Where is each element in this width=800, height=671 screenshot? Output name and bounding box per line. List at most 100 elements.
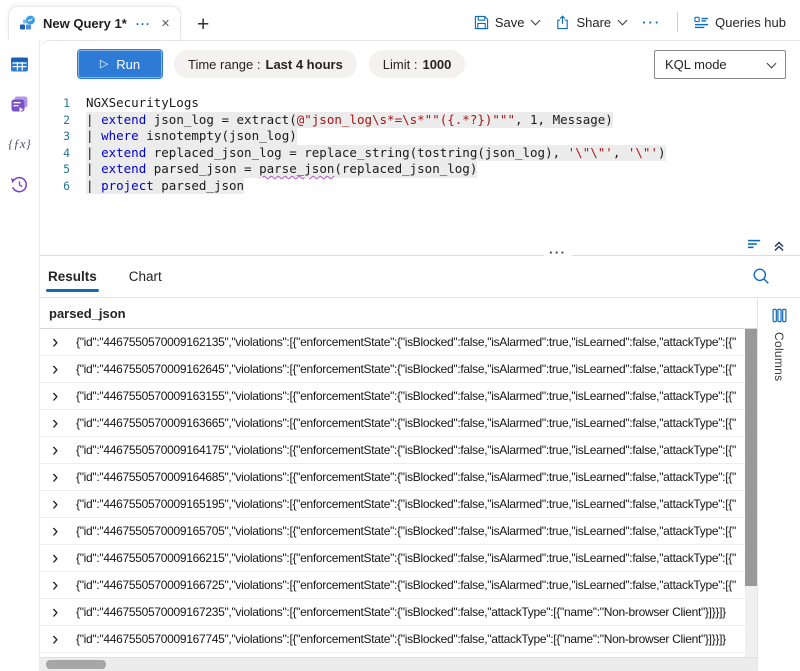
queries-hub-icon [694, 15, 709, 30]
expand-row-icon[interactable]: › [52, 549, 76, 568]
table-row[interactable]: ›{"id":"4467550570009165195","violations… [40, 491, 745, 518]
save-button[interactable]: Save [474, 15, 540, 30]
horizontal-scrollbar-thumb[interactable] [46, 660, 106, 669]
expand-row-icon[interactable]: › [52, 387, 76, 406]
query-panel: ▷ Run Time range : Last 4 hours Limit : … [40, 40, 800, 671]
row-json-value: {"id":"4467550570009162645","violations"… [76, 362, 736, 376]
expand-row-icon[interactable]: › [52, 360, 76, 379]
limit-label: Limit : [383, 57, 418, 72]
collapse-editor-icon[interactable] [772, 238, 786, 252]
code-line: 3| where isnotempty(json_log) [40, 128, 800, 145]
limit-value: 1000 [422, 57, 451, 72]
tab-chart[interactable]: Chart [129, 256, 162, 297]
table-row[interactable]: ›{"id":"4467550570009162645","violations… [40, 356, 745, 383]
chevron-down-icon [767, 58, 777, 68]
top-actions: Save Share ··· [474, 12, 800, 32]
table-row[interactable]: ›{"id":"4467550570009164175","violations… [40, 437, 745, 464]
more-actions-button[interactable]: ··· [642, 15, 661, 30]
splitter-handle[interactable]: ··· [544, 246, 572, 259]
expand-row-icon[interactable]: › [52, 630, 76, 649]
divider [677, 12, 678, 32]
kql-mode-dropdown[interactable]: KQL mode [654, 50, 786, 79]
row-json-value: {"id":"4467550570009164175","violations"… [76, 443, 736, 457]
table-row[interactable]: ›{"id":"4467550570009166725","violations… [40, 572, 745, 599]
tab-menu-button[interactable]: ··· [136, 17, 151, 31]
columns-panel-label: Columns [772, 332, 786, 381]
line-number: 1 [40, 95, 70, 112]
time-range-picker[interactable]: Time range : Last 4 hours [174, 50, 357, 78]
code-text: | extend replaced_json_log = replace_str… [86, 145, 666, 162]
query-history-icon[interactable] [10, 174, 30, 194]
new-tab-button[interactable]: + [197, 14, 209, 35]
functions-icon[interactable]: {ƒx} [10, 134, 30, 154]
code-text: | extend json_log = extract(@"json_log\s… [86, 112, 613, 129]
query-toolbar: ▷ Run Time range : Last 4 hours Limit : … [40, 41, 800, 87]
play-icon: ▷ [100, 59, 108, 70]
save-icon [474, 15, 489, 30]
table-row[interactable]: ›{"id":"4467550570009164685","violations… [40, 464, 745, 491]
expand-row-icon[interactable]: › [52, 333, 76, 352]
row-json-value: {"id":"4467550570009165705","violations"… [76, 524, 736, 538]
line-number: 6 [40, 178, 70, 195]
row-json-value: {"id":"4467550570009164685","violations"… [76, 470, 736, 484]
table-row[interactable]: ›{"id":"4467550570009166215","violations… [40, 545, 745, 572]
expand-row-icon[interactable]: › [52, 468, 76, 487]
queries-hub-button[interactable]: Queries hub [694, 15, 786, 30]
query-tab[interactable]: New Query 1* ··· ✕ [8, 6, 181, 40]
tab-close-icon[interactable]: ✕ [161, 17, 170, 30]
expand-row-icon[interactable]: › [52, 576, 76, 595]
vertical-scrollbar-thumb[interactable] [745, 329, 757, 586]
code-line: 5| extend parsed_json = parse_json(repla… [40, 161, 800, 178]
editor-footer [40, 239, 800, 255]
adx-app-icon [19, 15, 36, 32]
queries-hub-label: Queries hub [715, 15, 786, 30]
vertical-scrollbar[interactable] [745, 329, 757, 658]
row-json-value: {"id":"4467550570009167235","violations"… [76, 605, 736, 619]
table-row[interactable]: ›{"id":"4467550570009167745","violations… [40, 626, 745, 653]
tab-results[interactable]: Results [48, 256, 97, 297]
code-line: 4 | extend replaced_json_log = replace_st… [40, 145, 800, 162]
run-button[interactable]: ▷ Run [78, 50, 162, 78]
share-button[interactable]: Share [555, 15, 626, 30]
column-header-parsed-json[interactable]: parsed_json [40, 298, 757, 329]
line-number: 3 [40, 128, 70, 145]
results-rows: ›{"id":"4467550570009162135","violations… [40, 329, 745, 658]
table-row[interactable]: ›{"id":"4467550570009163155","violations… [40, 383, 745, 410]
row-json-value: {"id":"4467550570009163665","violations"… [76, 416, 736, 430]
limit-picker[interactable]: Limit : 1000 [369, 50, 466, 78]
code-line: 2 | extend json_log = extract(@"json_log\… [40, 112, 800, 129]
share-icon [555, 15, 570, 30]
left-rail: {ƒx} [0, 40, 40, 671]
expand-row-icon[interactable]: › [52, 522, 76, 541]
results-panel: ··· Results Chart parsed_json [40, 255, 800, 671]
top-tab-bar: New Query 1* ··· ✕ + Save [0, 0, 800, 40]
table-row[interactable]: ›{"id":"4467550570009162135","violations… [40, 329, 745, 356]
tables-icon[interactable] [10, 54, 30, 74]
run-label: Run [116, 57, 140, 72]
query-editor[interactable]: 1NGXSecurityLogs2 | extend json_log = ext… [40, 87, 800, 239]
line-number: 5 [40, 161, 70, 178]
expand-row-icon[interactable]: › [52, 603, 76, 622]
search-icon[interactable] [752, 267, 770, 290]
row-json-value: {"id":"4467550570009167745","violations"… [76, 632, 736, 646]
horizontal-scrollbar[interactable] [40, 657, 757, 671]
table-row[interactable]: ›{"id":"4467550570009163665","violations… [40, 410, 745, 437]
columns-panel-toggle[interactable]: Columns [757, 298, 800, 671]
code-line: 1NGXSecurityLogs [40, 95, 800, 112]
expand-row-icon[interactable]: › [52, 495, 76, 514]
table-row[interactable]: ›{"id":"4467550570009165705","violations… [40, 518, 745, 545]
format-lines-icon[interactable] [747, 237, 762, 252]
table-row[interactable]: ›{"id":"4467550570009167235","violations… [40, 599, 745, 626]
kql-mode-label: KQL mode [665, 57, 727, 72]
tab-title: New Query 1* [43, 16, 127, 31]
expand-row-icon[interactable]: › [52, 414, 76, 433]
expand-row-icon[interactable]: › [52, 441, 76, 460]
line-number: 2 [40, 112, 70, 129]
row-json-value: {"id":"4467550570009166215","violations"… [76, 551, 736, 565]
results-tabs: Results Chart [40, 256, 800, 298]
saved-queries-icon[interactable] [10, 94, 30, 114]
columns-icon [772, 308, 787, 323]
row-json-value: {"id":"4467550570009166725","violations"… [76, 578, 736, 592]
chevron-down-icon [618, 16, 628, 26]
line-number: 4 [40, 145, 70, 162]
